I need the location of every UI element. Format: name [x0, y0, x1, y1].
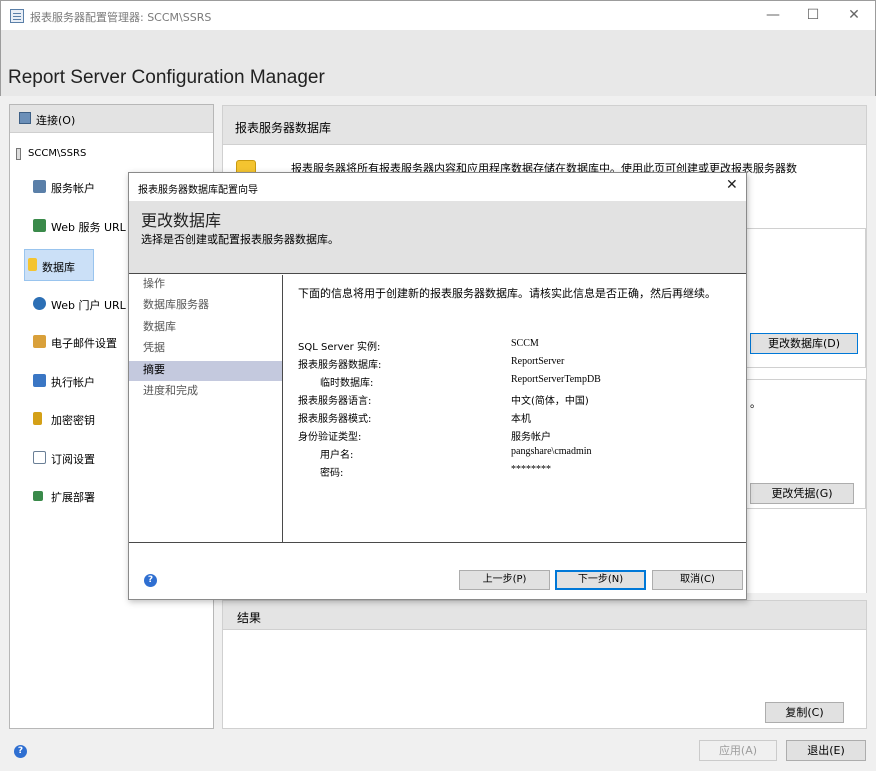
summary-key: 密码: — [320, 468, 344, 479]
database-icon — [28, 258, 37, 271]
minimize-button[interactable]: — — [753, 1, 793, 30]
sidebar-item-label: 数据库 — [42, 261, 75, 274]
key-icon — [33, 412, 42, 425]
wizard-footer: ? 上一步(P) 下一步(N) 取消(C) — [129, 543, 746, 599]
summary-value: SCCM — [511, 338, 539, 349]
summary-row-mode: 报表服务器模式: 本机 — [298, 410, 738, 428]
results-title: 结果 — [237, 611, 262, 625]
copy-button[interactable]: 复制(C) — [765, 702, 844, 723]
wizard-title: 报表服务器数据库配置向导 — [138, 185, 258, 196]
close-button[interactable]: ✕ — [834, 1, 874, 30]
sidebar-item-label: 扩展部署 — [51, 491, 95, 504]
connect-button[interactable]: 连接(O) — [10, 105, 213, 133]
summary-key: 临时数据库: — [320, 378, 374, 389]
summary-key: 用户名: — [320, 450, 354, 461]
summary-intro: 下面的信息将用于创建新的报表服务器数据库。请核实此信息是否正确，然后再继续。 — [298, 287, 716, 300]
wizard-heading: 更改数据库 — [141, 211, 222, 230]
current-database-group: 更改数据库(D) — [746, 228, 866, 368]
summary-row-language: 报表服务器语言: 中文(简体，中国) — [298, 392, 738, 410]
summary-key: 报表服务器语言: — [298, 396, 372, 407]
server-label: SCCM\SSRS — [28, 148, 87, 159]
summary-row-auth-type: 身份验证类型: 服务帐户 — [298, 428, 738, 446]
sidebar-item-label: Web 服务 URL — [51, 221, 126, 234]
email-icon — [33, 335, 46, 348]
section-title: 报表服务器数据库 — [235, 121, 332, 135]
summary-key: 报表服务器模式: — [298, 414, 372, 425]
app-title: Report Server Configuration Manager — [8, 67, 325, 88]
summary-key: 报表服务器数据库: — [298, 360, 382, 371]
sidebar-item-database[interactable]: 数据库 — [24, 249, 94, 281]
wizard-title-bar: 报表服务器数据库配置向导 ✕ — [129, 173, 746, 201]
web-service-icon — [33, 219, 46, 232]
summary-row-username: 用户名: pangshare\cmadmin — [298, 446, 738, 464]
sidebar-item-label: 订阅设置 — [51, 453, 95, 466]
summary-value: ******** — [511, 464, 551, 475]
step-database[interactable]: 数据库 — [129, 318, 282, 338]
wizard-header: 更改数据库 选择是否创建或配置报表服务器数据库。 — [129, 201, 746, 274]
subscription-icon — [33, 451, 46, 464]
wizard-help-icon[interactable]: ? — [144, 574, 157, 587]
back-button[interactable]: 上一步(P) — [459, 570, 550, 590]
window-title-bar: 报表服务器配置管理器: SCCM\SSRS — ☐ ✕ — [0, 0, 876, 30]
summary-value: 本机 — [511, 414, 531, 425]
sidebar-item-label: 电子邮件设置 — [51, 337, 117, 350]
execution-account-icon — [33, 374, 46, 387]
wizard-close-icon[interactable]: ✕ — [726, 177, 738, 193]
wizard-steps: 操作 数据库服务器 数据库 凭据 摘要 进度和完成 — [129, 275, 283, 543]
connect-icon — [19, 112, 31, 124]
summary-row-report-db: 报表服务器数据库: ReportServer — [298, 356, 738, 374]
summary-row-sql-instance: SQL Server 实例: SCCM — [298, 338, 738, 356]
sidebar-item-label: 服务帐户 — [51, 182, 95, 195]
section-header: 报表服务器数据库 — [222, 105, 867, 145]
summary-value: pangshare\cmadmin — [511, 446, 592, 457]
credentials-text-fragment: 。 — [750, 397, 761, 410]
app-icon — [10, 9, 24, 23]
wizard-subheading: 选择是否创建或配置报表服务器数据库。 — [141, 233, 339, 246]
summary-value: 中文(简体，中国) — [511, 396, 589, 407]
summary-key: 身份验证类型: — [298, 432, 362, 443]
change-credentials-button[interactable]: 更改凭据(G) — [750, 483, 854, 504]
sidebar-item-label: 加密密钥 — [51, 414, 95, 427]
step-action[interactable]: 操作 — [129, 275, 282, 295]
summary-row-password: 密码: ******** — [298, 464, 738, 482]
step-credentials[interactable]: 凭据 — [129, 339, 282, 359]
apply-button[interactable]: 应用(A) — [699, 740, 777, 761]
database-wizard-dialog: 报表服务器数据库配置向导 ✕ 更改数据库 选择是否创建或配置报表服务器数据库。 … — [128, 172, 747, 600]
summary-row-temp-db: 临时数据库: ReportServerTempDB — [298, 374, 738, 392]
scaleout-icon — [33, 491, 43, 501]
step-database-server[interactable]: 数据库服务器 — [129, 296, 282, 316]
summary-key: SQL Server 实例: — [298, 342, 381, 353]
summary-value: 服务帐户 — [511, 432, 551, 443]
cancel-button[interactable]: 取消(C) — [652, 570, 743, 590]
service-account-icon — [33, 180, 46, 193]
next-button[interactable]: 下一步(N) — [555, 570, 646, 590]
sidebar-item-label: 执行帐户 — [51, 376, 95, 389]
window-title: 报表服务器配置管理器: SCCM\SSRS — [30, 11, 212, 24]
credentials-group: 。 更改凭据(G) — [746, 379, 866, 509]
sidebar-item-label: Web 门户 URL — [51, 299, 126, 312]
help-icon[interactable]: ? — [14, 745, 27, 758]
summary-value: ReportServerTempDB — [511, 374, 601, 385]
app-header: Report Server Configuration Manager — [0, 30, 876, 96]
server-icon — [16, 148, 21, 160]
web-portal-icon — [33, 297, 46, 310]
summary-value: ReportServer — [511, 356, 565, 367]
change-database-button[interactable]: 更改数据库(D) — [750, 333, 858, 354]
results-panel: 复制(C) — [222, 630, 867, 729]
step-progress-finish[interactable]: 进度和完成 — [129, 382, 282, 402]
connect-label: 连接(O) — [36, 114, 76, 127]
step-summary[interactable]: 摘要 — [129, 361, 282, 381]
exit-button[interactable]: 退出(E) — [786, 740, 866, 761]
maximize-button[interactable]: ☐ — [793, 1, 833, 30]
results-header: 结果 — [222, 600, 867, 630]
wizard-summary: 下面的信息将用于创建新的报表服务器数据库。请核实此信息是否正确，然后再继续。 S… — [284, 275, 745, 543]
